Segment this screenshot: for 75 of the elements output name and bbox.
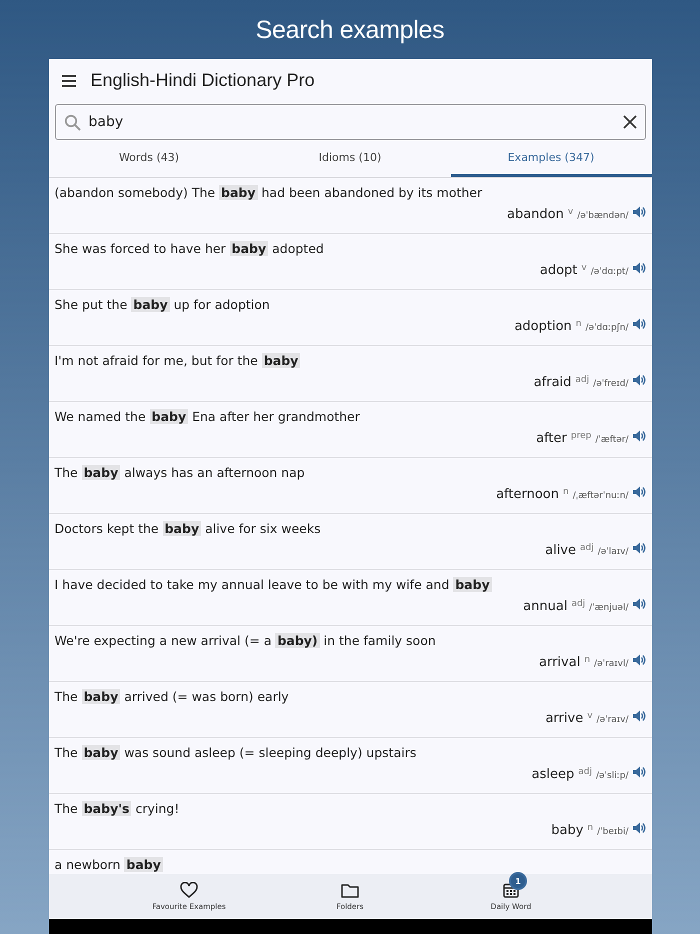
headword: annual <box>523 599 568 614</box>
part-of-speech: n <box>587 823 594 833</box>
tab[interactable]: Examples (347) <box>450 140 652 177</box>
headword: baby <box>551 823 584 838</box>
pronunciation: /əˈlaɪv/ <box>598 547 628 557</box>
speaker-icon[interactable] <box>632 766 646 778</box>
search-bar[interactable]: baby <box>54 104 646 140</box>
example-sentence[interactable]: The baby was sound asleep (= sleeping deeply) upstairs <box>54 744 646 762</box>
part-of-speech: adj <box>578 767 592 777</box>
pronunciation: /əˈsliːp/ <box>596 771 628 781</box>
example-sentence[interactable]: She put the baby up for adoption <box>54 296 646 314</box>
part-of-speech: prep <box>570 431 592 441</box>
part-of-speech: adj <box>580 543 594 553</box>
speaker-icon[interactable] <box>632 542 646 554</box>
part-of-speech: n <box>563 487 569 497</box>
headword: arrive <box>545 711 584 726</box>
part-of-speech: adj <box>575 375 590 385</box>
speaker-icon[interactable] <box>632 654 646 666</box>
speaker-icon[interactable] <box>632 822 646 834</box>
pronunciation: /əˈdɑːpt/ <box>590 267 628 277</box>
speaker-icon[interactable] <box>632 710 646 722</box>
speaker-icon[interactable] <box>632 318 646 330</box>
headword: adoption <box>514 319 572 334</box>
pronunciation: /əˈraɪvl/ <box>594 659 628 669</box>
example-sentence[interactable]: We're expecting a new arrival (= a baby) in the family soon <box>54 632 646 650</box>
example-sentence[interactable]: We named the baby Ena after her grandmother <box>54 408 646 426</box>
example-sentence[interactable]: The baby arrived (= was born) early <box>54 688 646 706</box>
part-of-speech: n <box>584 655 590 665</box>
example-sentence[interactable]: Doctors kept the baby alive for six weeks <box>54 520 646 538</box>
calendar-icon <box>503 882 519 898</box>
pronunciation: /əˈdɑːpʃn/ <box>586 323 628 333</box>
example-sentence[interactable]: The baby's crying! <box>54 800 646 818</box>
part-of-speech: n <box>576 319 582 329</box>
example-sentence[interactable]: The baby always has an afternoon nap <box>54 464 646 482</box>
headword: abandon <box>507 207 564 222</box>
headword: afraid <box>534 375 572 390</box>
speaker-icon[interactable] <box>632 206 646 218</box>
example-sentence[interactable]: (abandon somebody) The baby had been abandoned by its mother <box>54 184 646 202</box>
pronunciation: /əˈfreɪd/ <box>593 379 628 389</box>
speaker-icon[interactable] <box>632 430 646 442</box>
folder-icon <box>341 882 359 898</box>
pronunciation: /ˈænjuəl/ <box>589 603 628 613</box>
headword: after <box>536 431 567 446</box>
example-sentence[interactable]: She was forced to have her baby adopted <box>54 240 646 258</box>
tab[interactable]: Words (43) <box>48 140 250 177</box>
part-of-speech: v <box>568 207 574 217</box>
pronunciation: /əˈraɪv/ <box>596 715 628 725</box>
example-sentence[interactable]: I have decided to take my annual leave to be with my wife and baby <box>54 576 646 594</box>
part-of-speech: adj <box>571 599 586 609</box>
page-title: Search examples <box>256 16 444 45</box>
pronunciation: /ˌæftərˈnuːn/ <box>572 491 628 501</box>
search-field[interactable]: baby <box>88 114 614 130</box>
search-icon <box>64 114 80 130</box>
example-sentence[interactable]: a newborn baby <box>54 856 646 874</box>
count-badge: 1 <box>511 874 525 888</box>
app-title: English-Hindi Dictionary Pro <box>90 70 315 91</box>
tab[interactable]: Idioms (10) <box>250 140 450 177</box>
speaker-icon[interactable] <box>632 598 646 610</box>
headword: afternoon <box>496 487 559 502</box>
pronunciation: /ˈæftər/ <box>595 435 628 445</box>
headword: asleep <box>532 767 574 782</box>
headword: alive <box>545 543 576 558</box>
headword: arrival <box>539 655 580 670</box>
close-icon[interactable] <box>622 115 636 129</box>
speaker-icon[interactable] <box>632 374 646 386</box>
heart-icon <box>180 882 198 898</box>
headword: adopt <box>540 263 578 278</box>
part-of-speech: v <box>581 263 587 273</box>
part-of-speech: v <box>587 711 593 721</box>
speaker-icon[interactable] <box>632 262 646 274</box>
menu-icon[interactable] <box>60 74 76 86</box>
example-sentence[interactable]: I'm not afraid for me, but for the baby <box>54 352 646 370</box>
pronunciation: /ˈbeɪbi/ <box>597 827 628 837</box>
speaker-icon[interactable] <box>632 486 646 498</box>
pronunciation: /əˈbændən/ <box>577 211 628 221</box>
